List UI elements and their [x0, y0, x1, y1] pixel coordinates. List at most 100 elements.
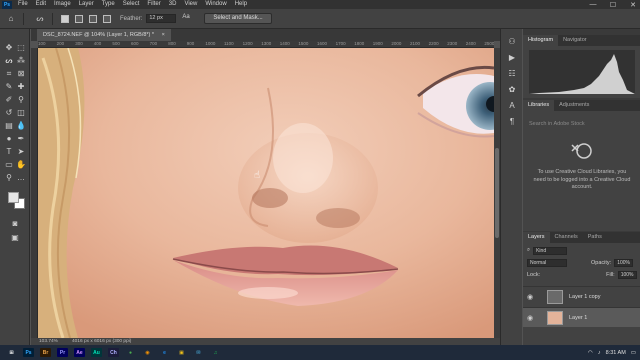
menu-help[interactable]: Help — [231, 0, 251, 9]
foreground-color-swatch[interactable] — [8, 192, 19, 203]
blend-mode-select[interactable]: Normal — [527, 258, 567, 267]
properties-icon[interactable]: ☷ — [507, 69, 517, 79]
tab-adjustments[interactable]: Adjustments — [554, 100, 594, 111]
menu-window[interactable]: Window — [201, 0, 230, 9]
subtract-from-selection-icon[interactable] — [89, 14, 97, 23]
paragraph-icon[interactable]: ¶ — [507, 117, 517, 127]
new-selection-icon[interactable] — [61, 14, 69, 23]
menu-layer[interactable]: Layer — [75, 0, 98, 9]
menu-edit[interactable]: Edit — [32, 0, 50, 9]
magic-wand-tool-icon[interactable]: ⁂ — [16, 56, 26, 66]
layer-name: Layer 1 copy — [569, 293, 601, 300]
menu-view[interactable]: View — [180, 0, 201, 9]
history-icon[interactable]: ⚇ — [507, 37, 517, 47]
color-swatches[interactable] — [8, 192, 28, 212]
tab-histogram[interactable]: Histogram — [523, 35, 559, 46]
clock[interactable]: 8:31 AM — [606, 350, 626, 356]
after-effects-taskbar-icon[interactable]: Ae — [74, 348, 85, 357]
menu-filter[interactable]: Filter — [143, 0, 164, 9]
edge-taskbar-icon[interactable]: e — [159, 348, 170, 357]
fill-input[interactable]: 100% — [617, 270, 637, 279]
mail-taskbar-icon[interactable]: ✉ — [193, 348, 204, 357]
tab-layers[interactable]: Layers — [523, 232, 550, 243]
tab-channels[interactable]: Channels — [550, 232, 583, 243]
image-canvas[interactable]: ☝ — [38, 48, 494, 338]
libraries-message: To use Creative Cloud Libraries, you nee… — [533, 169, 631, 190]
notifications-icon[interactable]: ▭ — [631, 350, 636, 356]
clone-stamp-tool-icon[interactable]: ⚲ — [16, 95, 26, 105]
eyedropper-tool-icon[interactable]: ✎ — [4, 82, 14, 92]
pen-tool-icon[interactable]: ✒ — [16, 134, 26, 144]
menu-image[interactable]: Image — [50, 0, 75, 9]
music-taskbar-icon[interactable]: ♫ — [210, 348, 221, 357]
home-icon[interactable]: ⌂ — [4, 13, 18, 25]
history-brush-tool-icon[interactable]: ↺ — [4, 108, 14, 118]
zoom-tool-icon[interactable]: ⚲ — [4, 173, 14, 183]
minimize-button[interactable]: — — [588, 1, 598, 8]
type-tool-icon[interactable]: T — [4, 147, 14, 157]
select-and-mask-button[interactable]: Select and Mask... — [204, 13, 272, 24]
layer-row[interactable]: ◉ Layer 1 — [523, 307, 640, 327]
chrome-taskbar-icon[interactable]: ● — [125, 348, 136, 357]
kind-filter-select[interactable]: Kind — [533, 246, 568, 255]
ruler-tick-label: 2100 — [410, 41, 421, 46]
menu-select[interactable]: Select — [119, 0, 144, 9]
rectangle-tool-icon[interactable]: ▭ — [4, 160, 14, 170]
visibility-eye-icon[interactable]: ◉ — [527, 293, 537, 301]
visibility-eye-icon[interactable]: ◉ — [527, 314, 537, 322]
ruler-tick-label: 2400 — [465, 41, 476, 46]
character-icon[interactable]: A — [507, 101, 517, 111]
system-tray: ◠ ♪ 8:31 AM ▭ — [588, 345, 636, 360]
lasso-tool-preset-icon[interactable]: ᔕ — [33, 13, 47, 25]
lasso-tool-icon[interactable]: ᔕ — [4, 56, 14, 66]
bridge-taskbar-icon[interactable]: Br — [40, 348, 51, 357]
network-icon[interactable]: ◠ — [588, 350, 593, 356]
volume-icon[interactable]: ♪ — [598, 350, 601, 356]
tab-libraries[interactable]: Libraries — [523, 100, 555, 111]
path-selection-tool-icon[interactable]: ➤ — [16, 147, 26, 157]
blur-tool-icon[interactable]: 💧 — [16, 121, 26, 131]
quick-mask-icon[interactable]: ◙ — [10, 219, 20, 229]
crop-tool-icon[interactable]: ⌗ — [4, 69, 14, 79]
premiere-taskbar-icon[interactable]: Pr — [57, 348, 68, 357]
photoshop-taskbar-icon[interactable]: Ps — [23, 348, 34, 357]
close-tab-icon[interactable]: × — [162, 32, 165, 38]
maximize-button[interactable]: ☐ — [608, 1, 618, 9]
start-icon[interactable]: ⊞ — [6, 348, 17, 357]
menu-type[interactable]: Type — [98, 0, 119, 9]
file-explorer-taskbar-icon[interactable]: ▣ — [176, 348, 187, 357]
scrollbar-thumb[interactable] — [495, 148, 499, 238]
artboard-tool-icon[interactable]: ⬚ — [16, 43, 26, 53]
character-animator-taskbar-icon[interactable]: Ch — [108, 348, 119, 357]
layers-panel-tabs: Layers Channels Paths — [523, 232, 640, 243]
libraries-search-input[interactable]: Search in Adobe Stock — [529, 119, 633, 129]
gradient-tool-icon[interactable]: ▤ — [4, 121, 14, 131]
zoom-level[interactable]: 103.74% — [39, 339, 58, 344]
screen-mode-icon[interactable]: ▣ — [10, 233, 20, 243]
eraser-tool-icon[interactable]: ◫ — [16, 108, 26, 118]
audition-taskbar-icon[interactable]: Au — [91, 348, 102, 357]
healing-brush-tool-icon[interactable]: ✚ — [16, 82, 26, 92]
tab-paths[interactable]: Paths — [583, 232, 607, 243]
brush-tool-icon[interactable]: ✐ — [4, 95, 14, 105]
layer-row[interactable]: ◉ Layer 1 copy — [523, 286, 640, 306]
menu-file[interactable]: File — [14, 0, 32, 9]
feather-input[interactable]: 12 px — [146, 14, 177, 23]
hand-tool-icon[interactable]: ✋ — [16, 160, 26, 170]
tab-navigator[interactable]: Navigator — [558, 35, 592, 46]
firefox-taskbar-icon[interactable]: ◉ — [142, 348, 153, 357]
close-button[interactable]: ✕ — [628, 1, 638, 9]
dodge-tool-icon[interactable]: ● — [4, 134, 14, 144]
layer-filter-row: ⌕ Kind — [527, 246, 568, 255]
actions-icon[interactable]: ▶ — [507, 53, 517, 63]
more-tools-icon[interactable]: … — [16, 173, 26, 183]
frame-tool-icon[interactable]: ⊠ — [16, 69, 26, 79]
brush-settings-icon[interactable]: ✿ — [507, 85, 517, 95]
document-tab[interactable]: DSC_8724.NEF @ 104% (Layer 1, RGB/8*) * … — [37, 29, 171, 41]
opacity-input[interactable]: 100% — [614, 258, 633, 267]
intersect-selection-icon[interactable] — [103, 14, 111, 23]
menu-3d[interactable]: 3D — [165, 0, 181, 9]
add-to-selection-icon[interactable] — [75, 14, 83, 23]
move-tool-icon[interactable]: ✥ — [4, 43, 14, 53]
anti-alias-icon[interactable]: Aa — [182, 14, 196, 23]
